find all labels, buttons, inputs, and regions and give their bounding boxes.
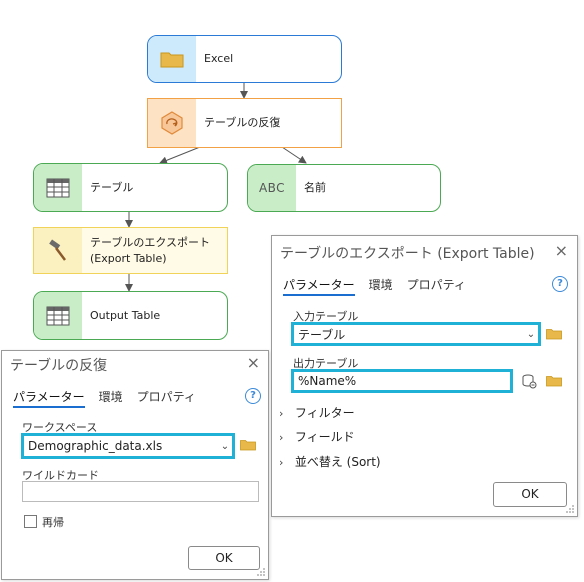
recursive-label: 再帰: [42, 516, 64, 529]
ok-button[interactable]: OK: [188, 546, 260, 570]
node-table[interactable]: テーブル: [33, 163, 228, 212]
node-output-table[interactable]: Output Table: [33, 291, 228, 340]
table-icon: [46, 178, 70, 197]
iterate-tables-dialog: テーブルの反復 × パラメーター 環境 プロパティ ? ワークスペース Demo…: [1, 350, 269, 580]
node-iterate-label: テーブルの反復: [204, 116, 281, 129]
folder-icon: [160, 52, 184, 68]
abc-icon: ABC: [258, 181, 286, 195]
node-export-table[interactable]: テーブルのエクスポート (Export Table): [33, 227, 228, 274]
chevron-down-icon: ⌄: [220, 440, 230, 452]
workspace-dropdown[interactable]: Demographic_data.xls ⌄: [21, 433, 235, 459]
tab-environments[interactable]: 環境: [99, 388, 123, 408]
node-excel[interactable]: Excel: [147, 35, 342, 83]
node-table-label: テーブル: [90, 180, 134, 194]
resize-grip-icon[interactable]: [256, 567, 266, 577]
fields-section[interactable]: › フィールド: [279, 428, 355, 445]
node-excel-label: Excel: [204, 52, 234, 65]
node-name-label: 名前: [304, 181, 326, 194]
sort-section[interactable]: › 並べ替え (Sort): [279, 453, 381, 470]
tab-parameters[interactable]: パラメーター: [283, 276, 355, 296]
tab-bar: パラメーター 環境 プロパティ: [283, 276, 466, 296]
tab-properties[interactable]: プロパティ: [407, 276, 466, 296]
tab-bar: パラメーター 環境 プロパティ: [13, 388, 196, 408]
recursive-checkbox[interactable]: [24, 515, 37, 528]
dialog-title: テーブルのエクスポート (Export Table): [280, 246, 535, 262]
workspace-value: Demographic_data.xls: [28, 439, 163, 453]
input-table-value: テーブル: [298, 327, 346, 342]
close-icon[interactable]: ×: [247, 353, 260, 372]
help-icon[interactable]: ?: [552, 276, 568, 292]
browse-folder-icon[interactable]: [546, 328, 562, 340]
output-table-input[interactable]: %Name%: [291, 369, 513, 393]
input-table-dropdown[interactable]: テーブル ⌄: [291, 322, 541, 346]
dialog-title: テーブルの反復: [10, 358, 108, 374]
node-name[interactable]: ABC 名前: [247, 164, 441, 212]
node-output-label: Output Table: [90, 308, 161, 322]
iterate-icon: [161, 111, 183, 135]
sort-section-label: 並べ替え (Sort): [294, 455, 381, 469]
export-table-dialog: テーブルのエクスポート (Export Table) × パラメーター 環境 プ…: [271, 235, 578, 517]
tab-properties[interactable]: プロパティ: [137, 388, 196, 408]
geodatabase-icon[interactable]: [520, 373, 537, 389]
fields-section-label: フィールド: [294, 430, 355, 444]
output-table-value: %Name%: [298, 374, 357, 388]
node-export-label-line2: (Export Table): [90, 251, 167, 265]
ok-button[interactable]: OK: [493, 482, 567, 507]
chevron-down-icon: ⌄: [526, 328, 536, 340]
connector-iterate-name: [281, 146, 307, 164]
filter-section[interactable]: › フィルター: [279, 404, 355, 421]
connector-iterate-table: [159, 146, 201, 165]
chevron-right-icon: ›: [279, 431, 284, 444]
filter-section-label: フィルター: [294, 406, 355, 420]
table-icon: [46, 306, 70, 325]
close-icon[interactable]: ×: [555, 241, 568, 260]
help-icon[interactable]: ?: [245, 388, 261, 404]
wildcard-input[interactable]: [22, 481, 259, 502]
browse-folder-icon[interactable]: [546, 375, 562, 387]
chevron-right-icon: ›: [279, 407, 284, 420]
browse-folder-icon[interactable]: [240, 439, 256, 451]
tab-environments[interactable]: 環境: [369, 276, 393, 296]
hammer-icon: [49, 238, 66, 261]
chevron-right-icon: ›: [279, 456, 284, 469]
resize-grip-icon[interactable]: [565, 504, 575, 514]
node-iterate-tables[interactable]: テーブルの反復: [147, 98, 342, 148]
node-export-label-line1: テーブルのエクスポート: [90, 235, 211, 249]
tab-parameters[interactable]: パラメーター: [13, 388, 85, 408]
